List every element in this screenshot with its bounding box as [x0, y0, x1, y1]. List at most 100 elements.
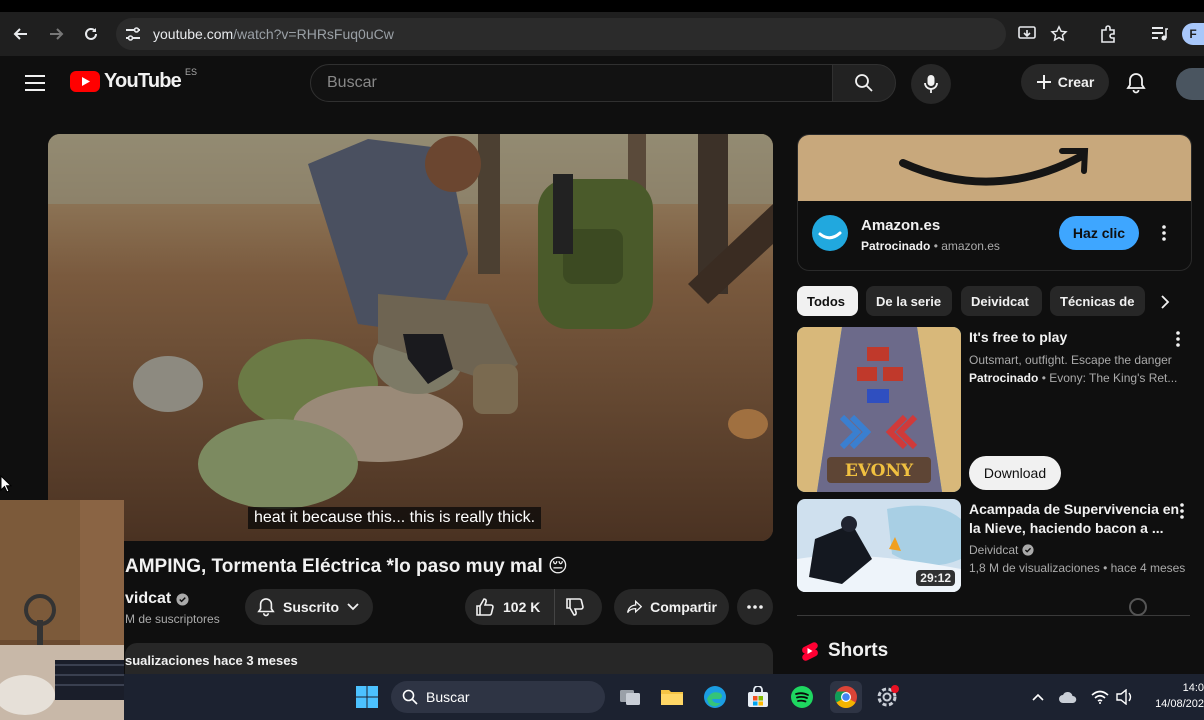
rec-thumbnail-acampada[interactable]: 29:12: [797, 499, 961, 592]
rec-channel[interactable]: Deividcat: [969, 541, 1034, 559]
chrome-icon[interactable]: [830, 681, 862, 713]
youtube-logo[interactable]: YouTube ES: [70, 66, 197, 93]
video-player[interactable]: heat it because this... this is really t…: [48, 134, 773, 541]
subscribed-label: Suscrito: [283, 599, 340, 615]
verified-check-icon: [176, 592, 189, 606]
rec-views-date: 1,8 M de visualizaciones • hace 4 meses: [969, 561, 1186, 575]
create-button[interactable]: Crear: [1021, 64, 1109, 100]
taskbar-search-label: Buscar: [426, 689, 470, 705]
create-label: Crear: [1057, 74, 1095, 90]
more-vertical-icon[interactable]: [1162, 225, 1166, 241]
dislike-button[interactable]: [555, 597, 595, 617]
url-path: /watch?v=RHRsFuq0uCw: [233, 26, 394, 42]
shorts-section-header: Shorts: [801, 640, 888, 662]
webcam-overlay: [0, 500, 124, 720]
ad-sponsored-line: Patrocinado • amazon.es: [861, 239, 1000, 253]
more-actions-button[interactable]: [737, 589, 773, 625]
thumbs-up-icon: [476, 598, 494, 616]
search-icon: [855, 74, 873, 92]
webcam-feed-image: [0, 500, 124, 720]
back-icon[interactable]: [9, 22, 33, 46]
rec-title[interactable]: It's free to play: [969, 328, 1067, 347]
clock-time: 14:0: [1182, 682, 1204, 694]
media-control-icon[interactable]: [1148, 22, 1172, 46]
more-vertical-icon[interactable]: [1180, 503, 1184, 519]
wifi-icon[interactable]: [1086, 683, 1114, 711]
system-clock[interactable]: 14:0 14/08/202: [1155, 680, 1204, 712]
address-bar[interactable]: youtube.com/watch?v=RHRsFuq0uCw: [116, 18, 1068, 50]
subscriber-count: M de suscriptores: [125, 612, 220, 626]
volume-speaker-icon[interactable]: [1111, 683, 1139, 711]
windows-start-icon[interactable]: [353, 683, 381, 711]
ad-cta-button[interactable]: Haz clic: [1059, 216, 1139, 250]
description-box[interactable]: sualizaciones hace 3 meses: [125, 643, 773, 675]
like-button[interactable]: 102 K: [465, 589, 556, 625]
chip-tecnicas[interactable]: Técnicas de: [1050, 286, 1145, 316]
advertiser-name: Amazon.es: [861, 217, 941, 234]
spotify-icon[interactable]: [788, 683, 816, 711]
logo-text: YouTube: [104, 70, 182, 92]
more-horizontal-icon: [747, 605, 763, 609]
reload-icon[interactable]: [79, 22, 103, 46]
clock-date: 14/08/202: [1155, 698, 1204, 710]
chevron-right-icon[interactable]: [1160, 295, 1170, 309]
microphone-icon: [924, 75, 938, 93]
site-settings-icon[interactable]: [124, 26, 142, 42]
sponsored-ad-card[interactable]: Amazon.es Patrocinado • amazon.es Haz cl…: [797, 134, 1192, 271]
more-vertical-icon[interactable]: [1176, 331, 1180, 347]
verified-check-icon: [1022, 544, 1034, 556]
rec-thumbnail-evony[interactable]: EVONY: [797, 327, 961, 492]
rec-title[interactable]: la Nieve, haciendo bacon a ...: [969, 519, 1164, 538]
edge-icon[interactable]: [701, 683, 729, 711]
chip-todos[interactable]: Todos: [797, 286, 858, 316]
youtube-play-icon: [70, 71, 100, 92]
game-thumbnail-image: EVONY: [797, 327, 961, 492]
menu-icon[interactable]: [24, 74, 46, 92]
loading-spinner-icon: [1129, 598, 1147, 616]
like-count: 102 K: [503, 599, 541, 615]
bell-icon: [257, 598, 275, 617]
sponsored-label: Patrocinado: [861, 239, 931, 253]
account-avatar[interactable]: [1176, 68, 1204, 100]
search-button[interactable]: [832, 64, 896, 102]
rec-description: Outsmart, outfight. Escape the danger: [969, 353, 1172, 367]
ad-domain: amazon.es: [941, 239, 1000, 253]
search-placeholder: Buscar: [327, 74, 377, 91]
video-duration: 29:12: [916, 570, 955, 586]
rec-title[interactable]: Acampada de Supervivencia en: [969, 500, 1179, 519]
browser-tab-strip: [0, 0, 1204, 12]
bookmark-star-icon[interactable]: [1050, 25, 1068, 43]
chevron-down-icon: [347, 603, 359, 611]
subscribed-button[interactable]: Suscrito: [245, 589, 373, 625]
chip-deividcat[interactable]: Deividcat: [961, 286, 1042, 316]
windows-taskbar: Buscar 14:0 14/08/202: [124, 674, 1204, 720]
profile-avatar[interactable]: F: [1182, 23, 1204, 45]
search-icon: [402, 689, 418, 705]
region-code: ES: [184, 66, 197, 77]
channel-link[interactable]: vidcat: [125, 590, 189, 608]
mouse-cursor-icon: [0, 475, 12, 493]
url-host: youtube.com: [153, 26, 234, 42]
ad-banner-image: [798, 135, 1191, 201]
taskbar-search[interactable]: Buscar: [391, 681, 605, 713]
install-app-icon[interactable]: [1018, 26, 1036, 42]
search-input[interactable]: Buscar: [310, 64, 834, 102]
file-explorer-icon[interactable]: [658, 683, 686, 711]
share-button[interactable]: Compartir: [614, 589, 729, 625]
microsoft-store-icon[interactable]: [744, 683, 772, 711]
url-text: youtube.com/watch?v=RHRsFuq0uCw: [153, 26, 394, 42]
settings-gear-icon[interactable]: [873, 683, 901, 711]
extensions-icon[interactable]: [1096, 22, 1120, 46]
forward-icon[interactable]: [44, 22, 68, 46]
show-hidden-icons-chevron-icon[interactable]: [1024, 683, 1052, 711]
task-view-icon[interactable]: [616, 683, 644, 711]
onedrive-cloud-icon[interactable]: [1054, 683, 1082, 711]
subtitle-caption: heat it because this... this is really t…: [248, 507, 542, 529]
voice-search-button[interactable]: [911, 64, 951, 104]
chip-de-la-serie[interactable]: De la serie: [866, 286, 952, 316]
amazon-avatar-icon: [812, 215, 848, 251]
download-button[interactable]: Download: [969, 456, 1061, 490]
section-divider: [797, 615, 1190, 616]
notifications-bell-icon[interactable]: [1126, 72, 1146, 94]
thumbs-down-icon: [566, 598, 585, 616]
